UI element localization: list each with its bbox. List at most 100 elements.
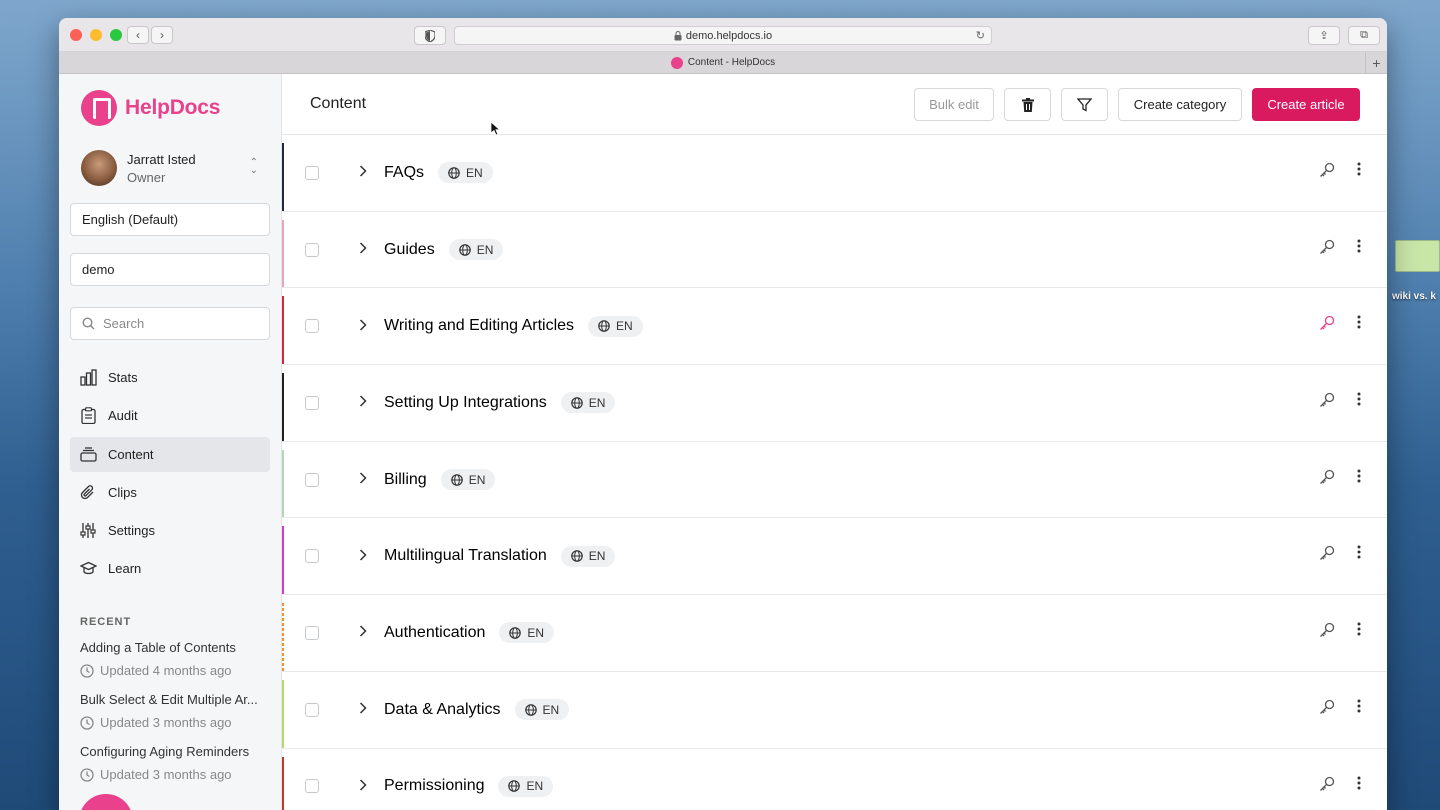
expand-chevron-icon[interactable] — [359, 702, 367, 717]
sidebar-item-stats[interactable]: Stats — [70, 360, 270, 395]
create-category-button[interactable]: Create category — [1118, 88, 1242, 121]
privacy-report-button[interactable] — [414, 26, 446, 45]
share-button[interactable]: ⇪ — [1308, 26, 1340, 45]
row-checkbox[interactable] — [305, 779, 319, 794]
recent-item[interactable]: Adding a Table of Contents Updated 4 mon… — [80, 640, 270, 678]
category-name[interactable]: Permissioning — [384, 777, 484, 795]
recent-item-title: Bulk Select & Edit Multiple Ar... — [80, 692, 258, 708]
search-input[interactable]: Search — [70, 307, 270, 340]
key-icon[interactable] — [1319, 699, 1335, 720]
minimize-window-button[interactable] — [90, 29, 102, 41]
expand-chevron-icon[interactable] — [359, 319, 367, 334]
graduation-cap-icon — [79, 560, 97, 578]
tab-title[interactable]: Content - HelpDocs — [688, 57, 775, 68]
key-icon[interactable] — [1319, 776, 1335, 797]
category-row[interactable]: Billing EN — [282, 442, 1387, 519]
expand-chevron-icon[interactable] — [359, 779, 367, 794]
new-tab-button[interactable]: + — [1365, 52, 1387, 74]
create-article-button[interactable]: Create article — [1252, 88, 1360, 121]
recent-item[interactable]: Configuring Aging Reminders Updated 3 mo… — [80, 744, 270, 782]
expand-chevron-icon[interactable] — [359, 625, 367, 640]
key-icon[interactable] — [1319, 469, 1335, 490]
bulk-edit-button[interactable]: Bulk edit — [914, 88, 994, 121]
category-row[interactable]: Data & Analytics EN — [282, 672, 1387, 749]
language-pill[interactable]: EN — [448, 239, 504, 261]
brand[interactable]: HelpDocs — [81, 90, 270, 126]
category-row[interactable]: Writing and Editing Articles EN — [282, 288, 1387, 366]
filter-button[interactable] — [1061, 88, 1108, 121]
more-vertical-icon[interactable] — [1357, 622, 1361, 641]
row-checkbox[interactable] — [305, 319, 319, 334]
delete-button[interactable] — [1004, 88, 1051, 121]
key-icon[interactable] — [1319, 162, 1335, 183]
site-select[interactable]: demo — [70, 253, 270, 286]
more-vertical-icon[interactable] — [1357, 162, 1361, 181]
category-name[interactable]: Multilingual Translation — [384, 547, 547, 565]
help-beacon-button[interactable] — [79, 794, 133, 810]
expand-chevron-icon[interactable] — [359, 549, 367, 564]
more-vertical-icon[interactable] — [1357, 392, 1361, 411]
row-checkbox[interactable] — [305, 472, 319, 487]
forward-button[interactable]: › — [151, 26, 173, 44]
row-checkbox[interactable] — [305, 242, 319, 257]
sidebar-item-content[interactable]: Content — [70, 436, 270, 472]
mouse-cursor-icon — [490, 121, 501, 136]
row-checkbox[interactable] — [305, 165, 319, 180]
address-bar[interactable]: demo.helpdocs.io ↻ — [454, 26, 992, 45]
category-row[interactable]: FAQs EN — [282, 135, 1387, 212]
category-row[interactable]: Multilingual Translation EN — [282, 518, 1387, 596]
language-select[interactable]: English (Default) — [70, 203, 270, 236]
language-pill[interactable]: EN — [438, 162, 493, 184]
expand-chevron-icon[interactable] — [359, 472, 367, 487]
category-row[interactable]: Permissioning EN — [282, 749, 1387, 810]
language-pill[interactable]: EN — [560, 545, 616, 567]
category-name[interactable]: Setting Up Integrations — [384, 394, 547, 412]
expand-chevron-icon[interactable] — [359, 165, 367, 180]
key-icon[interactable] — [1319, 622, 1335, 643]
more-vertical-icon[interactable] — [1357, 545, 1361, 564]
row-checkbox[interactable] — [305, 625, 319, 640]
show-tabs-button[interactable]: ⧉ — [1348, 26, 1380, 45]
category-name[interactable]: Data & Analytics — [384, 701, 501, 719]
more-vertical-icon[interactable] — [1357, 776, 1361, 795]
key-icon[interactable] — [1319, 392, 1335, 413]
row-checkbox[interactable] — [305, 395, 319, 410]
category-name[interactable]: FAQs — [384, 164, 424, 182]
sidebar-item-audit[interactable]: Audit — [70, 398, 270, 433]
language-pill[interactable]: EN — [588, 315, 643, 337]
language-pill[interactable]: EN — [499, 622, 555, 644]
key-icon[interactable] — [1319, 545, 1335, 566]
category-row[interactable]: Setting Up Integrations EN — [282, 365, 1387, 442]
category-name[interactable]: Billing — [384, 471, 427, 489]
more-vertical-icon[interactable] — [1357, 315, 1361, 334]
category-name[interactable]: Authentication — [384, 624, 485, 642]
sidebar-item-settings[interactable]: Settings — [70, 513, 270, 548]
more-vertical-icon[interactable] — [1357, 469, 1361, 488]
zoom-window-button[interactable] — [110, 29, 122, 41]
reload-icon[interactable]: ↻ — [976, 29, 985, 42]
close-window-button[interactable] — [70, 29, 82, 41]
expand-chevron-icon[interactable] — [359, 242, 367, 257]
more-vertical-icon[interactable] — [1357, 699, 1361, 718]
more-vertical-icon[interactable] — [1357, 239, 1361, 258]
desktop-file-thumbnail[interactable] — [1395, 240, 1440, 272]
row-checkbox[interactable] — [305, 702, 319, 717]
back-button[interactable]: ‹ — [127, 26, 149, 44]
language-pill[interactable]: EN — [498, 775, 554, 797]
category-row[interactable]: Authentication EN — [282, 595, 1387, 672]
user-switcher[interactable]: Jarratt Isted Owner ⌃ ⌄ — [81, 150, 270, 186]
recent-item[interactable]: Bulk Select & Edit Multiple Ar... Update… — [80, 692, 270, 730]
category-name[interactable]: Writing and Editing Articles — [384, 317, 574, 335]
key-icon[interactable] — [1319, 239, 1335, 260]
key-icon[interactable] — [1319, 315, 1335, 336]
row-checkbox[interactable] — [305, 549, 319, 564]
sidebar-item-clips[interactable]: Clips — [70, 475, 270, 510]
language-pill[interactable]: EN — [514, 699, 570, 721]
language-pill[interactable]: EN — [560, 392, 616, 414]
category-name[interactable]: Guides — [384, 241, 435, 259]
chevron-up-down-icon[interactable]: ⌃ ⌄ — [250, 158, 258, 176]
category-row[interactable]: Guides EN — [282, 212, 1387, 289]
sidebar-item-learn[interactable]: Learn — [70, 551, 270, 586]
language-pill[interactable]: EN — [440, 469, 496, 491]
expand-chevron-icon[interactable] — [359, 395, 367, 410]
